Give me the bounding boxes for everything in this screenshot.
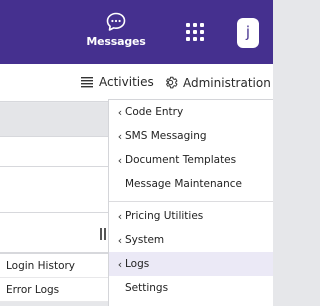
menu-item-document-templates[interactable]: ‹ Document Templates <box>109 148 273 172</box>
menu-item-label: SMS Messaging <box>125 130 207 142</box>
chevron-left-icon: ‹ <box>117 209 123 223</box>
menu-item-label: Code Entry <box>125 106 184 118</box>
chevron-left-icon: ‹ <box>117 153 123 167</box>
menu-item-label: Logs <box>125 258 150 270</box>
pause-icon <box>100 228 106 240</box>
secondary-nav-bar: Activities Administration <box>0 64 273 102</box>
menu-item-pricing-utilities[interactable]: ‹ Pricing Utilities <box>109 204 273 228</box>
activities-label: Activities <box>99 75 154 89</box>
gear-icon <box>166 76 178 89</box>
user-avatar[interactable]: j <box>237 18 259 48</box>
chevron-left-icon: ‹ <box>117 129 123 143</box>
submenu-item-login-history[interactable]: Login History <box>0 254 108 278</box>
menu-item-label: System <box>125 234 165 246</box>
chevron-left-icon: ‹ <box>117 257 123 271</box>
menu-item-logs[interactable]: ‹ Logs <box>109 252 273 276</box>
messages-button[interactable]: Messages <box>85 11 147 57</box>
menu-item-code-entry[interactable]: ‹ Code Entry <box>109 100 273 124</box>
logs-submenu: Login History Error Logs <box>0 253 108 302</box>
background-row <box>0 213 108 253</box>
apps-grid-button[interactable] <box>186 23 206 43</box>
activities-nav-item[interactable]: Activities <box>80 75 154 89</box>
administration-label: Administration <box>183 75 271 90</box>
menu-item-settings[interactable]: Settings <box>109 276 273 300</box>
menu-item-label: Message Maintenance <box>125 178 242 190</box>
administration-nav-item[interactable]: Administration <box>163 75 271 90</box>
menu-item-label: Pricing Utilities <box>125 210 204 222</box>
top-bar: Messages j <box>0 0 273 64</box>
background-header-row <box>0 103 108 137</box>
chat-bubble-icon <box>106 12 126 31</box>
administration-dropdown: ‹ Code Entry ‹ SMS Messaging ‹ Document … <box>108 99 273 306</box>
menu-item-message-maintenance[interactable]: Message Maintenance <box>109 172 273 196</box>
chevron-left-icon: ‹ <box>117 105 123 119</box>
menu-item-system[interactable]: ‹ System <box>109 228 273 252</box>
menu-item-label: Settings <box>125 282 169 294</box>
background-row <box>0 167 108 213</box>
background-row <box>0 137 108 167</box>
chevron-left-icon: ‹ <box>117 233 123 247</box>
messages-label: Messages <box>86 35 146 48</box>
menu-divider <box>109 201 273 202</box>
menu-item-sms-messaging[interactable]: ‹ SMS Messaging <box>109 124 273 148</box>
submenu-item-error-logs[interactable]: Error Logs <box>0 278 108 302</box>
menu-item-label: Document Templates <box>125 154 237 166</box>
list-icon <box>81 77 93 88</box>
